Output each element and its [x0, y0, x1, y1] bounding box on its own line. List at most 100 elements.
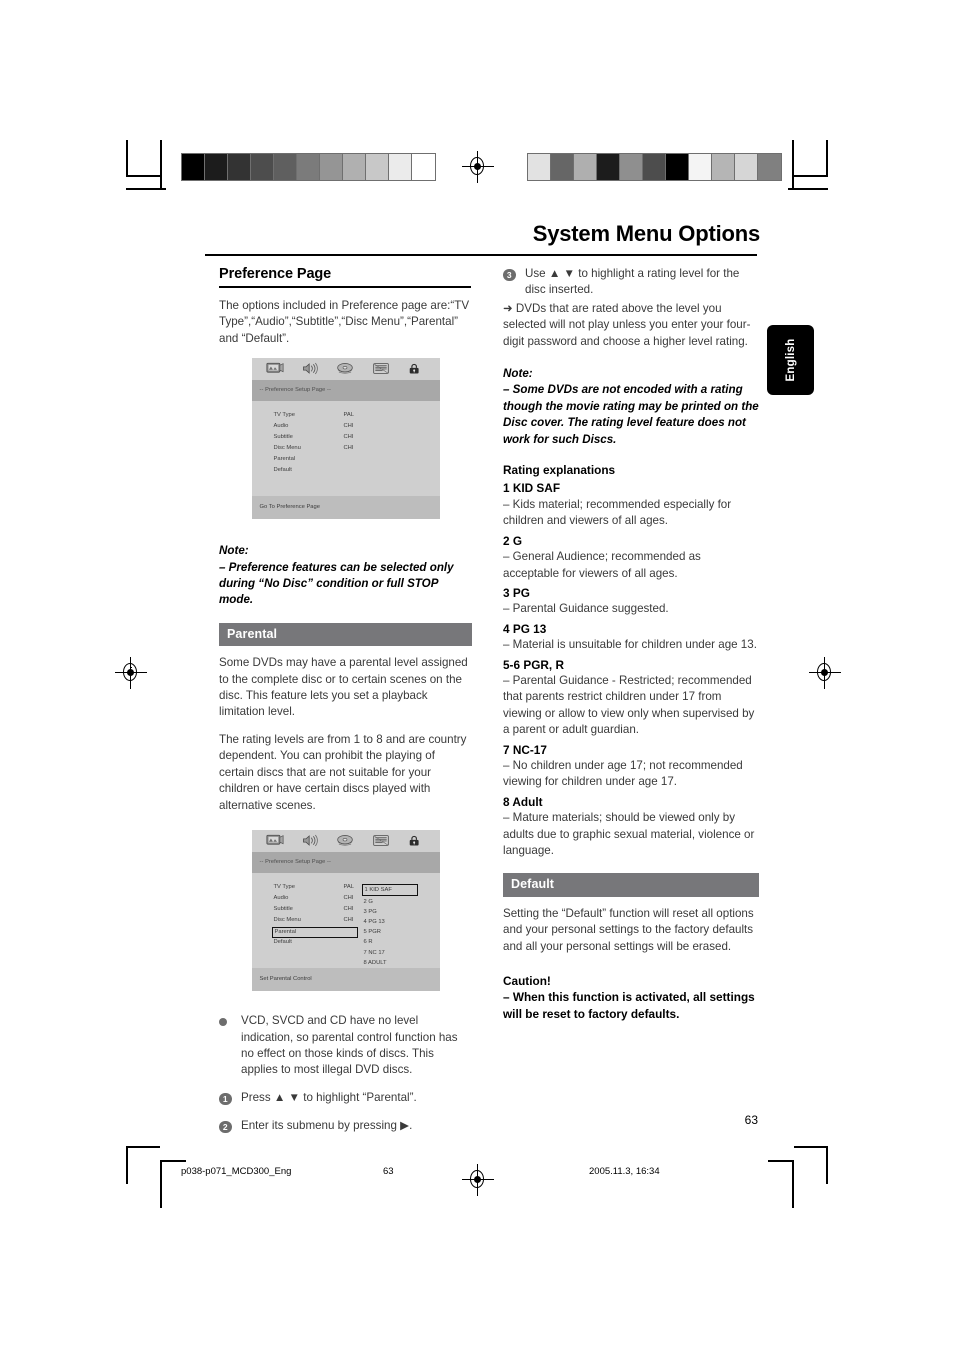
- osd-row-value: CHI: [343, 917, 354, 924]
- crop-mark: [788, 188, 828, 190]
- osd-row-value: CHI: [343, 423, 354, 430]
- caution-heading: Caution!: [503, 974, 551, 989]
- bullet-disc-text: VCD, SVCD and CD have no level indicatio…: [241, 1014, 458, 1077]
- osd-row-label: Subtitle: [273, 906, 293, 913]
- greyscale-swatch-6: [320, 154, 343, 180]
- crop-mark: [794, 175, 828, 177]
- osd-rating-item[interactable]: 5 PGR: [362, 927, 418, 937]
- ratings-heading: Rating explanations: [503, 463, 616, 478]
- rating-description: – Parental Guidance - Restricted; recomm…: [503, 673, 755, 737]
- parental-paragraph-2: The rating levels are from 1 to 8 and ar…: [219, 732, 467, 812]
- osd-rows: TV Type PAL Audio CHI Subtitle CHI Disc Menu CH…: [252, 873, 440, 968]
- greyscale-swatch-5: [297, 154, 320, 180]
- osd-row-default[interactable]: Default: [252, 465, 440, 476]
- lock-icon[interactable]: [407, 834, 425, 848]
- osd-rating-item[interactable]: 8 ADULT: [362, 958, 418, 968]
- preference-intro: The options included in Preference page …: [219, 298, 470, 345]
- osd-rating-item[interactable]: 4 PG 13: [362, 917, 418, 927]
- bullet-disc-types: VCD, SVCD and CD have no level indicatio…: [219, 1013, 472, 1079]
- osd-footer: Go To Preference Page: [251, 496, 440, 520]
- osd-row-label: Disc Menu: [273, 917, 301, 924]
- crop-mark: [160, 140, 162, 188]
- caution-body: – When this function is activated, all s…: [503, 990, 755, 1021]
- tv-icon[interactable]: [266, 834, 284, 848]
- osd-rating-list: 1 KID SAF 2 G3 PG 4 PG 13 5 PGR 6 R7 NC 17 8 …: [361, 884, 418, 968]
- greyscale-swatch-2: [574, 154, 597, 180]
- greyscale-swatch-7: [689, 154, 712, 180]
- greyscale-swatch-5: [643, 154, 666, 180]
- subtitle-icon[interactable]: [372, 834, 390, 848]
- greyscale-swatch-7: [343, 154, 366, 180]
- registration-target-bottom: [462, 1164, 494, 1196]
- osd-row-audio[interactable]: Audio CHI: [252, 421, 440, 432]
- greyscale-swatch-3: [597, 154, 620, 180]
- step-1: 1 Press ▲ ▼ to highlight “Parental”.: [219, 1090, 472, 1107]
- left-note-body: – Preference features can be selected on…: [219, 560, 454, 607]
- crop-mark: [126, 140, 128, 176]
- audio-icon[interactable]: [301, 362, 319, 376]
- audio-icon[interactable]: [301, 834, 319, 848]
- footer-page-number: 63: [383, 1166, 394, 1177]
- greyscale-swatch-1: [205, 154, 228, 180]
- default-band: Default: [503, 873, 759, 897]
- step-3-marker: 3: [503, 266, 525, 299]
- parental-band: Parental: [219, 622, 472, 647]
- crop-mark: [826, 140, 828, 176]
- reg-dot: [127, 669, 134, 676]
- lock-icon[interactable]: [407, 362, 425, 376]
- language-tab: English: [767, 325, 814, 395]
- osd-row-parental[interactable]: Parental: [252, 454, 440, 465]
- osd-rating-item[interactable]: 7 NC 17: [362, 948, 418, 958]
- left-column: Preference Page The options included in …: [219, 266, 472, 1147]
- language-tab-label: English: [784, 338, 797, 382]
- osd-row-value: CHI: [343, 434, 354, 441]
- rating-title: 1 KID SAF: [503, 481, 561, 496]
- osd-rating-item[interactable]: 2 G: [362, 897, 418, 907]
- osd-row-tv-type[interactable]: TV Type PAL: [252, 410, 440, 421]
- greyscale-swatch-10: [758, 154, 781, 180]
- parental-paragraph-1: Some DVDs may have a parental level assi…: [219, 656, 468, 719]
- greyscale-swatch-1: [551, 154, 574, 180]
- step-2: 2 Enter its submenu by pressing ▶.: [219, 1118, 472, 1135]
- rating-title: 8 Adult: [503, 794, 543, 809]
- rating-description: – No children under age 17; not recommen…: [503, 758, 743, 789]
- video-disc-icon[interactable]: [336, 362, 354, 376]
- osd-row-label: Disc Menu: [273, 445, 301, 452]
- heading-rule: [219, 286, 471, 288]
- osd-footer: Set Parental Control: [251, 968, 440, 992]
- osd-screenshot-1-wrapper: -- Preference Setup Page -- TV Type PAL Au…: [219, 357, 472, 520]
- osd-row-subtitle[interactable]: Subtitle CHI: [252, 432, 440, 443]
- title-rule: [205, 254, 757, 257]
- osd-row-label: Parental: [273, 456, 296, 463]
- video-disc-icon[interactable]: [336, 834, 354, 848]
- rating-title: 2 G: [503, 533, 523, 548]
- subtitle-icon[interactable]: [372, 362, 390, 376]
- rating-title: 3 PG: [503, 585, 530, 600]
- step-number-badge: 2: [219, 1120, 232, 1134]
- step-3-line-1: Use ▲ ▼ to highlight a rating level for …: [525, 267, 740, 297]
- osd-row-label: Parental: [271, 926, 358, 938]
- greyscale-swatch-0: [528, 154, 551, 180]
- step-number-badge: 1: [219, 1092, 232, 1106]
- osd-row-label: Default: [273, 939, 292, 946]
- osd-icon-bar: [251, 829, 440, 852]
- osd-row-value: CHI: [343, 906, 354, 913]
- osd-row-label: Default: [273, 467, 292, 474]
- crop-mark: [792, 140, 794, 188]
- greyscale-swatch-6: [666, 154, 689, 180]
- ratings-list: 1 KID SAF – Kids material; recommended es…: [503, 480, 759, 859]
- osd-rating-item[interactable]: 6 R: [362, 937, 418, 947]
- rating-description: – Mature materials; should be viewed onl…: [503, 811, 755, 857]
- tv-icon[interactable]: [266, 362, 284, 376]
- rating-title: 5-6 PGR, R: [503, 657, 564, 672]
- osd-title: -- Preference Setup Page --: [251, 379, 440, 402]
- registration-target-top: [462, 151, 494, 183]
- step-2-text: Enter its submenu by pressing ▶.: [241, 1119, 413, 1133]
- osd-rating-item[interactable]: 1 KID SAF: [361, 884, 418, 896]
- greyscale-swatch-0: [182, 154, 205, 180]
- rating-description: – General Audience; recommended as accep…: [503, 550, 701, 580]
- osd-rating-item[interactable]: 3 PG: [362, 907, 418, 917]
- osd-row-disc-menu[interactable]: Disc Menu CHI: [252, 443, 440, 454]
- page-number: 63: [744, 1113, 758, 1127]
- greyscale-swatch-8: [366, 154, 389, 180]
